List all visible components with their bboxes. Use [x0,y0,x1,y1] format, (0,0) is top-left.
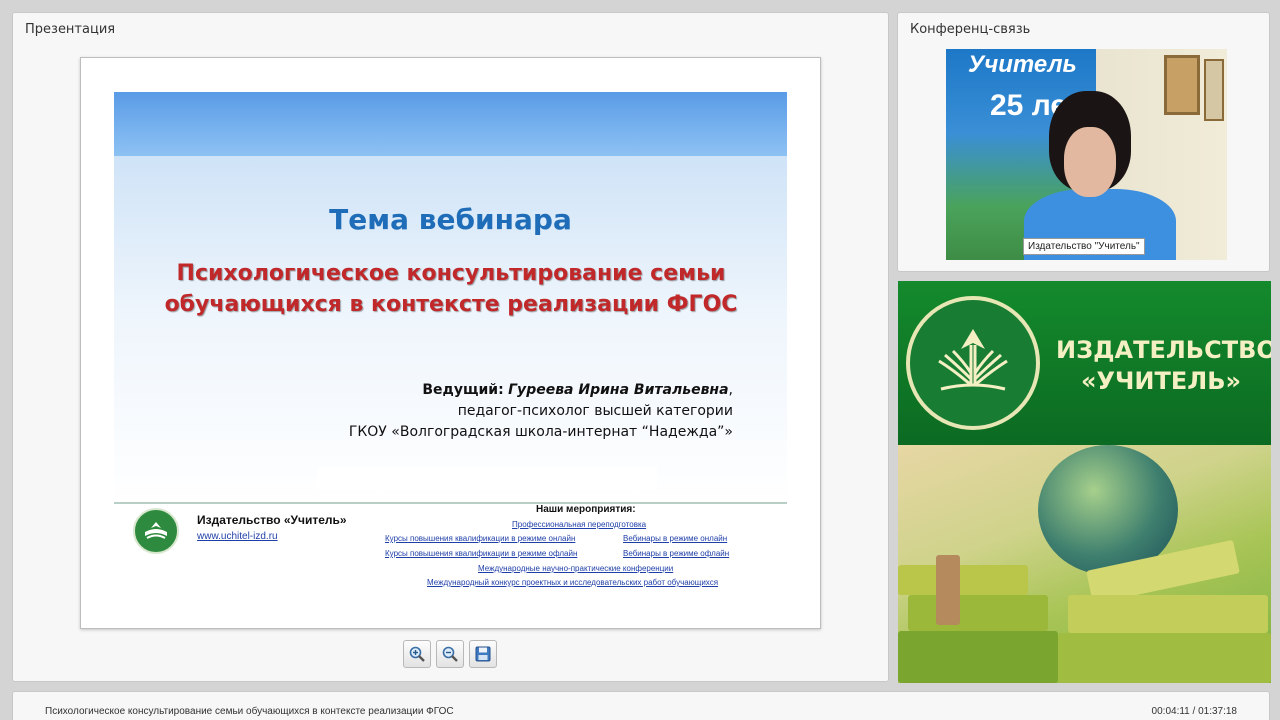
slide-toolbar [403,640,497,668]
slide-events-heading: Наши мероприятия: [536,504,636,515]
zoom-out-button[interactable] [436,640,464,668]
book-leaf-icon [938,329,1008,391]
status-bar: Психологическое консультирование семьи о… [12,691,1270,720]
event-link-webinars-online[interactable]: Вебинары в режиме онлайн [623,534,727,543]
presenter-label: Ведущий: [422,382,504,398]
zoom-out-icon [442,646,458,662]
presentation-panel-title: Презентация [25,22,116,37]
event-link-conferences[interactable]: Международные научно-практические конфер… [478,564,673,573]
book-image [908,595,1048,631]
slide-topic: Тема вебинара [329,203,572,236]
save-button[interactable] [469,640,497,668]
event-link-contest[interactable]: Международный конкурс проектных и исслед… [427,578,718,587]
video-wall-frame [1204,59,1224,121]
book-image [1058,633,1271,683]
slide-title: Психологическое консультирование семьи о… [164,261,738,317]
video-participant-label: Издательство "Учитель" [1023,238,1145,255]
publisher-brand-panel: ИЗДАТЕЛЬСТВО «УЧИТЕЛЬ» [898,281,1271,683]
video-wall-frame [1164,55,1200,115]
playback-time: 00:04:11 / 01:37:18 [1151,706,1237,717]
slide-presenter-block: Ведущий: Гуреева Ирина Витальевна, педаг… [281,380,733,443]
publisher-emblem-icon [906,296,1040,430]
book-image [898,631,1058,683]
video-banner-line1: Учитель [968,51,1077,78]
zoom-in-icon [409,646,425,662]
slide-website-link[interactable]: www.uchitel-izd.ru [197,531,278,542]
book-image [898,565,1028,595]
book-spine-image [936,555,960,625]
presentation-slide: Тема вебинара Психологическое консультир… [80,57,821,629]
conference-panel-title: Конференц-связь [910,22,1031,37]
slide-presenter-line: Ведущий: Гуреева Ирина Витальевна, [422,382,733,398]
event-link-courses-offline[interactable]: Курсы повышения квалификации в режиме оф… [385,549,577,558]
zoom-in-button[interactable] [403,640,431,668]
webcam-video[interactable]: Учитель 25 лет Издательство "Учитель" [946,49,1227,260]
presenter-name: Гуреева Ирина Витальевна [508,382,729,398]
slide-publisher-name: Издательство «Учитель» [197,513,347,527]
brand-name-line1: ИЗДАТЕЛЬСТВО [1056,336,1271,364]
conference-panel: Конференц-связь Учитель 25 лет Издательс… [897,12,1270,272]
brand-banner: ИЗДАТЕЛЬСТВО «УЧИТЕЛЬ» [898,281,1271,445]
webinar-title: Психологическое консультирование семьи о… [45,706,454,717]
book-leaf-icon [145,522,167,539]
event-link-retraining[interactable]: Профессиональная переподготовка [512,520,646,529]
presentation-panel: Презентация Тема вебинара Психологическо… [12,12,889,682]
publisher-logo-icon [133,508,179,554]
brand-name-line2: «УЧИТЕЛЬ» [1081,367,1241,395]
brand-name: ИЗДАТЕЛЬСТВО «УЧИТЕЛЬ» [1056,335,1271,397]
presenter-position: педагог-психолог высшей категории [457,403,733,419]
slide-divider [114,502,787,504]
video-speaker-face [1064,127,1116,197]
presenter-org: ГКОУ «Волгоградская школа-интернат “Наде… [348,424,733,440]
slide-header-band [114,92,787,156]
save-icon [475,646,491,662]
event-link-courses-online[interactable]: Курсы повышения квалификации в режиме он… [385,534,575,543]
event-link-webinars-offline[interactable]: Вебинары в режиме офлайн [623,549,729,558]
book-image [1068,595,1268,633]
books-globe-photo [898,445,1271,683]
slide-blank-area [317,467,657,489]
